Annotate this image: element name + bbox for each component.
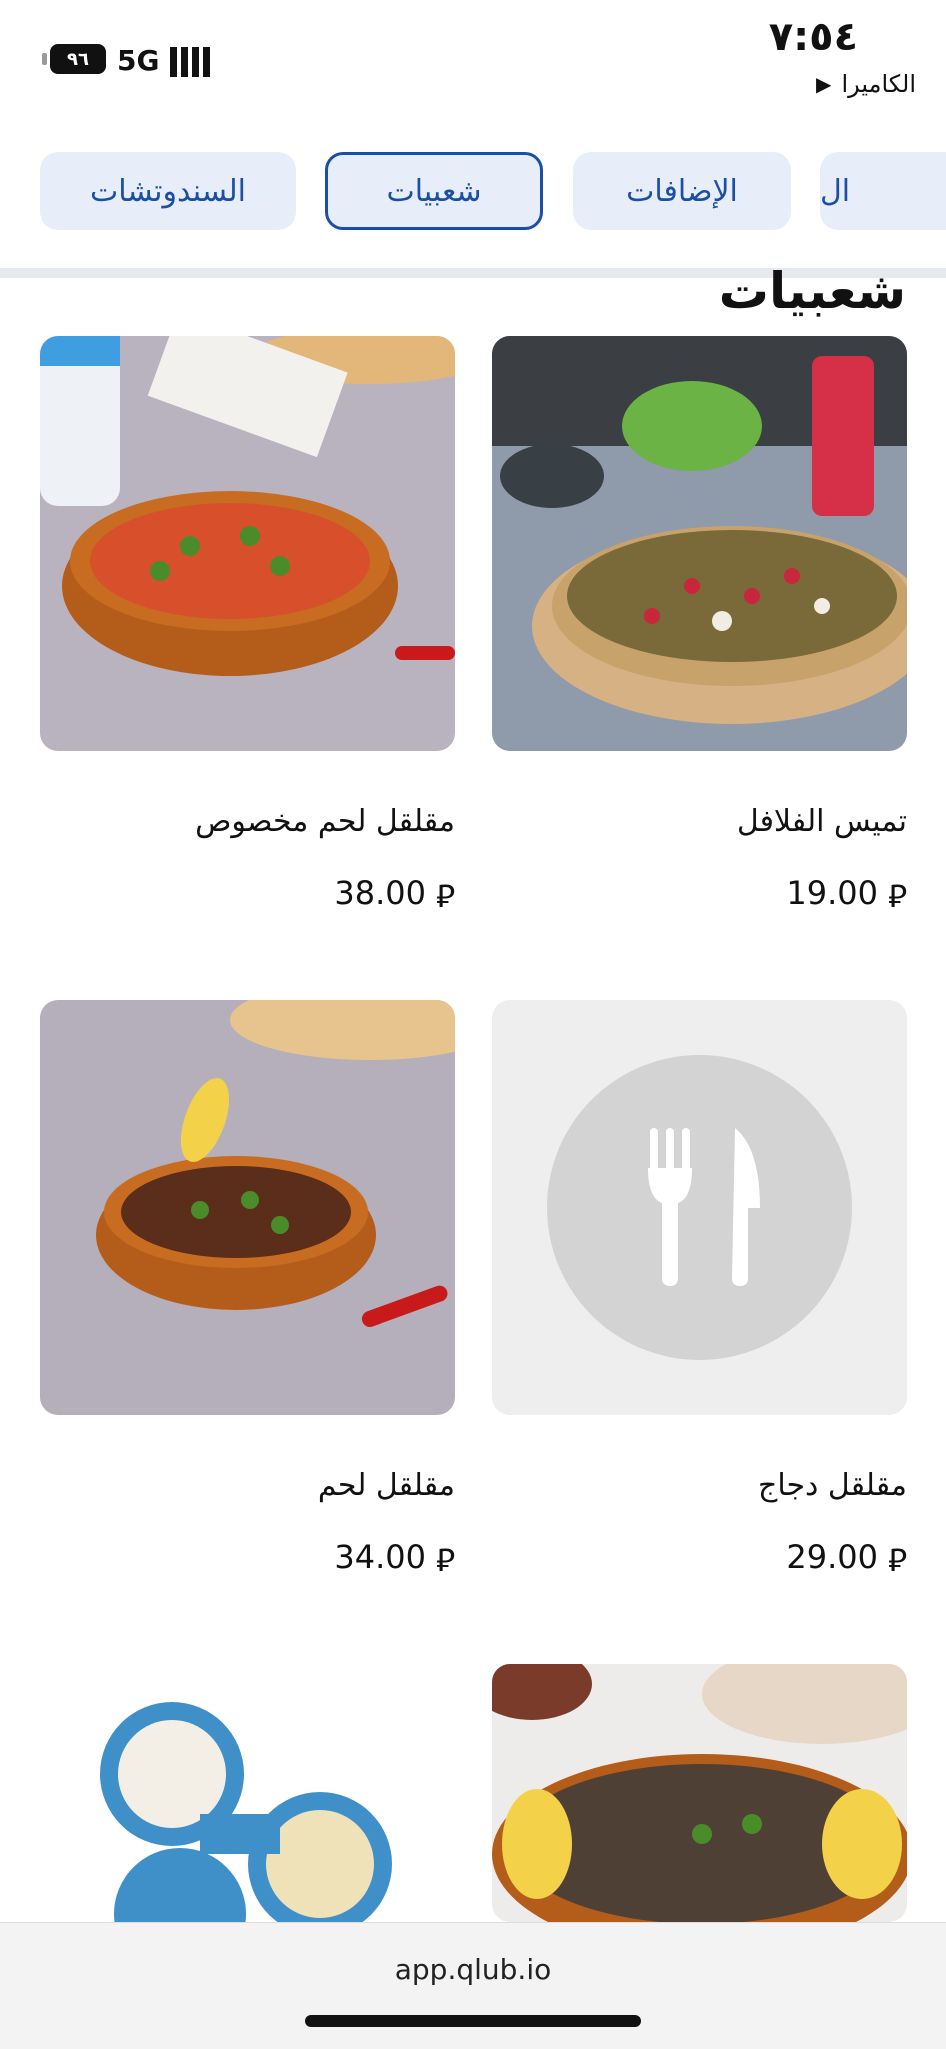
placeholder-circle [547,1055,852,1360]
back-to-app-link[interactable]: الكاميرا ▶ [816,70,916,98]
product-card[interactable]: تميس الفلافل ⃁ 19.00 [492,336,907,915]
battery-level: ٩٦ [67,48,89,70]
price-value: 38.00 [334,874,426,912]
battery-indicator: ٩٦ [42,44,106,74]
product-image [40,336,455,751]
product-price: ⃁ 19.00 [786,874,907,916]
product-card[interactable]: مقلقل لحم مخصوص ⃁ 38.00 [40,336,455,915]
product-image-placeholder [492,1000,907,1415]
product-card[interactable]: مقلقل لحم ⃁ 34.00 [40,1000,455,1579]
tab-label: شعبيات [386,173,482,209]
url-text: app.qlub.io [394,1953,552,1986]
signal-icon [170,47,214,77]
product-price: ⃁ 38.00 [334,874,455,916]
section-title: شعبيات [718,262,906,320]
price-value: 34.00 [334,1538,426,1576]
riyal-icon: ⃁ [887,1541,907,1579]
tab-additions[interactable]: الإضافات [573,152,791,230]
product-card[interactable]: مقلقل دجاج ⃁ 29.00 [492,1000,907,1579]
tab-label: ال [820,173,851,209]
tab-partial[interactable]: ال [820,152,946,230]
product-image [40,1664,455,1922]
category-tabs: السندوتشات شعبيات الإضافات ال [0,152,946,230]
status-bar: ٩٦ 5G ٧:٥٤ الكاميرا ▶ [0,0,946,120]
product-card[interactable] [492,1664,907,1922]
browser-url-bar[interactable]: app.qlub.io [0,1922,946,2049]
riyal-icon: ⃁ [887,877,907,915]
product-price: ⃁ 34.00 [334,1538,455,1580]
tab-label: الإضافات [626,173,738,209]
play-arrow-icon: ▶ [816,72,832,96]
price-value: 19.00 [786,874,878,912]
product-name: تميس الفلافل [736,804,907,839]
product-image [492,1664,907,1922]
product-card[interactable] [40,1664,455,1922]
product-image [40,1000,455,1415]
product-name: مقلقل لحم مخصوص [195,804,455,839]
tab-shaabiyat[interactable]: شعبيات [325,152,543,230]
product-name: مقلقل دجاج [757,1468,907,1503]
product-price: ⃁ 29.00 [786,1538,907,1580]
tab-sandwiches[interactable]: السندوتشات [40,152,296,230]
network-type: 5G [117,44,160,77]
fork-knife-icon [647,1127,760,1286]
product-name: مقلقل لحم [317,1468,455,1503]
product-image [492,336,907,751]
riyal-icon: ⃁ [435,877,455,915]
home-indicator[interactable] [305,2015,641,2027]
riyal-icon: ⃁ [435,1541,455,1579]
back-label: الكاميرا [841,70,916,98]
clock: ٧:٥٤ [768,14,858,60]
tab-label: السندوتشات [89,173,247,209]
price-value: 29.00 [786,1538,878,1576]
